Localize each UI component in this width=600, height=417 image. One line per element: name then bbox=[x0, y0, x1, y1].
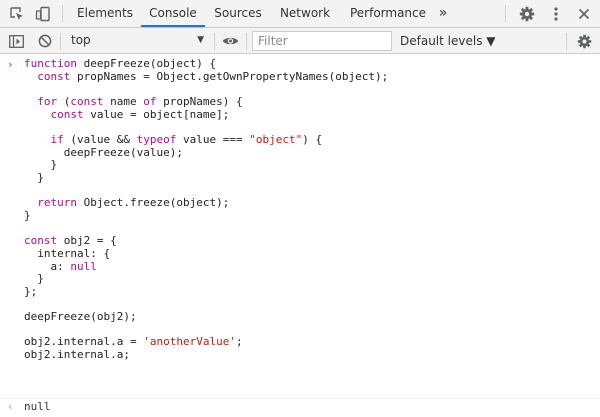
tab-performance[interactable]: Performance bbox=[343, 0, 433, 27]
console-output[interactable]: › function deepFreeze(object) { const pr… bbox=[0, 55, 600, 417]
tab-network[interactable]: Network bbox=[275, 0, 335, 27]
kebab-menu-icon[interactable] bbox=[545, 0, 567, 27]
settings-icon[interactable] bbox=[515, 0, 539, 27]
code-line: a: null bbox=[24, 259, 97, 273]
result-chevron-icon: ‹ bbox=[7, 400, 14, 413]
tab-elements[interactable]: Elements bbox=[74, 0, 136, 27]
tab-sources[interactable]: Sources bbox=[210, 0, 266, 27]
console-settings-icon[interactable] bbox=[572, 28, 596, 54]
code-line: deepFreeze(obj2); bbox=[24, 310, 137, 324]
code-block: function deepFreeze(object) { const prop… bbox=[24, 57, 389, 362]
eye-icon[interactable] bbox=[218, 28, 242, 54]
code-line: function deepFreeze(object) { bbox=[24, 57, 217, 70]
log-levels-dropdown[interactable]: Default levels ▼ bbox=[400, 31, 496, 51]
code-line: internal: { bbox=[24, 246, 111, 260]
toolbar-divider bbox=[60, 33, 61, 50]
console-toolbar: top ▼ Default levels ▼ bbox=[0, 28, 600, 54]
prompt-chevron-icon: › bbox=[7, 58, 14, 71]
code-line: const value = object[name]; bbox=[50, 107, 230, 121]
code-line: const propNames = Object.getOwnPropertyN… bbox=[37, 69, 389, 83]
devtools-tabbar: Elements Console Sources Network Perform… bbox=[0, 0, 600, 28]
code-line: obj2.internal.a; bbox=[24, 348, 130, 362]
code-line: }; bbox=[24, 284, 38, 298]
code-line: for (const name of propNames) { bbox=[37, 94, 243, 108]
more-tabs-icon[interactable]: » bbox=[432, 0, 454, 27]
tabbar-divider bbox=[62, 5, 63, 22]
sidebar-toggle-icon[interactable] bbox=[5, 28, 27, 54]
context-selector[interactable]: top ▼ bbox=[64, 31, 210, 50]
code-line: } bbox=[24, 208, 31, 222]
code-line: obj2.internal.a = 'anotherValue'; bbox=[24, 335, 243, 349]
code-line: if (value && typeof value === "object") … bbox=[50, 132, 323, 146]
code-line: } bbox=[24, 170, 44, 184]
tabbar-divider bbox=[505, 5, 506, 22]
toolbar-divider bbox=[214, 33, 215, 50]
clear-console-icon[interactable] bbox=[34, 28, 56, 54]
toolbar-divider bbox=[566, 33, 567, 50]
code-line: return Object.freeze(object); bbox=[37, 196, 230, 210]
chevron-down-icon: ▼ bbox=[197, 35, 204, 45]
filter-input[interactable] bbox=[252, 31, 392, 51]
close-icon[interactable] bbox=[573, 0, 595, 27]
toolbar-divider bbox=[246, 33, 247, 50]
tab-console[interactable]: Console bbox=[141, 0, 205, 27]
code-line: deepFreeze(value); bbox=[24, 145, 183, 159]
result-value: null bbox=[24, 400, 51, 413]
inspect-icon[interactable] bbox=[6, 0, 28, 27]
console-result-entry: ‹ null bbox=[0, 398, 600, 414]
code-line: } bbox=[24, 272, 44, 286]
code-line: const obj2 = { bbox=[24, 234, 117, 248]
code-line: } bbox=[24, 158, 58, 172]
device-toggle-icon[interactable] bbox=[32, 0, 54, 27]
context-value: top bbox=[71, 33, 91, 47]
